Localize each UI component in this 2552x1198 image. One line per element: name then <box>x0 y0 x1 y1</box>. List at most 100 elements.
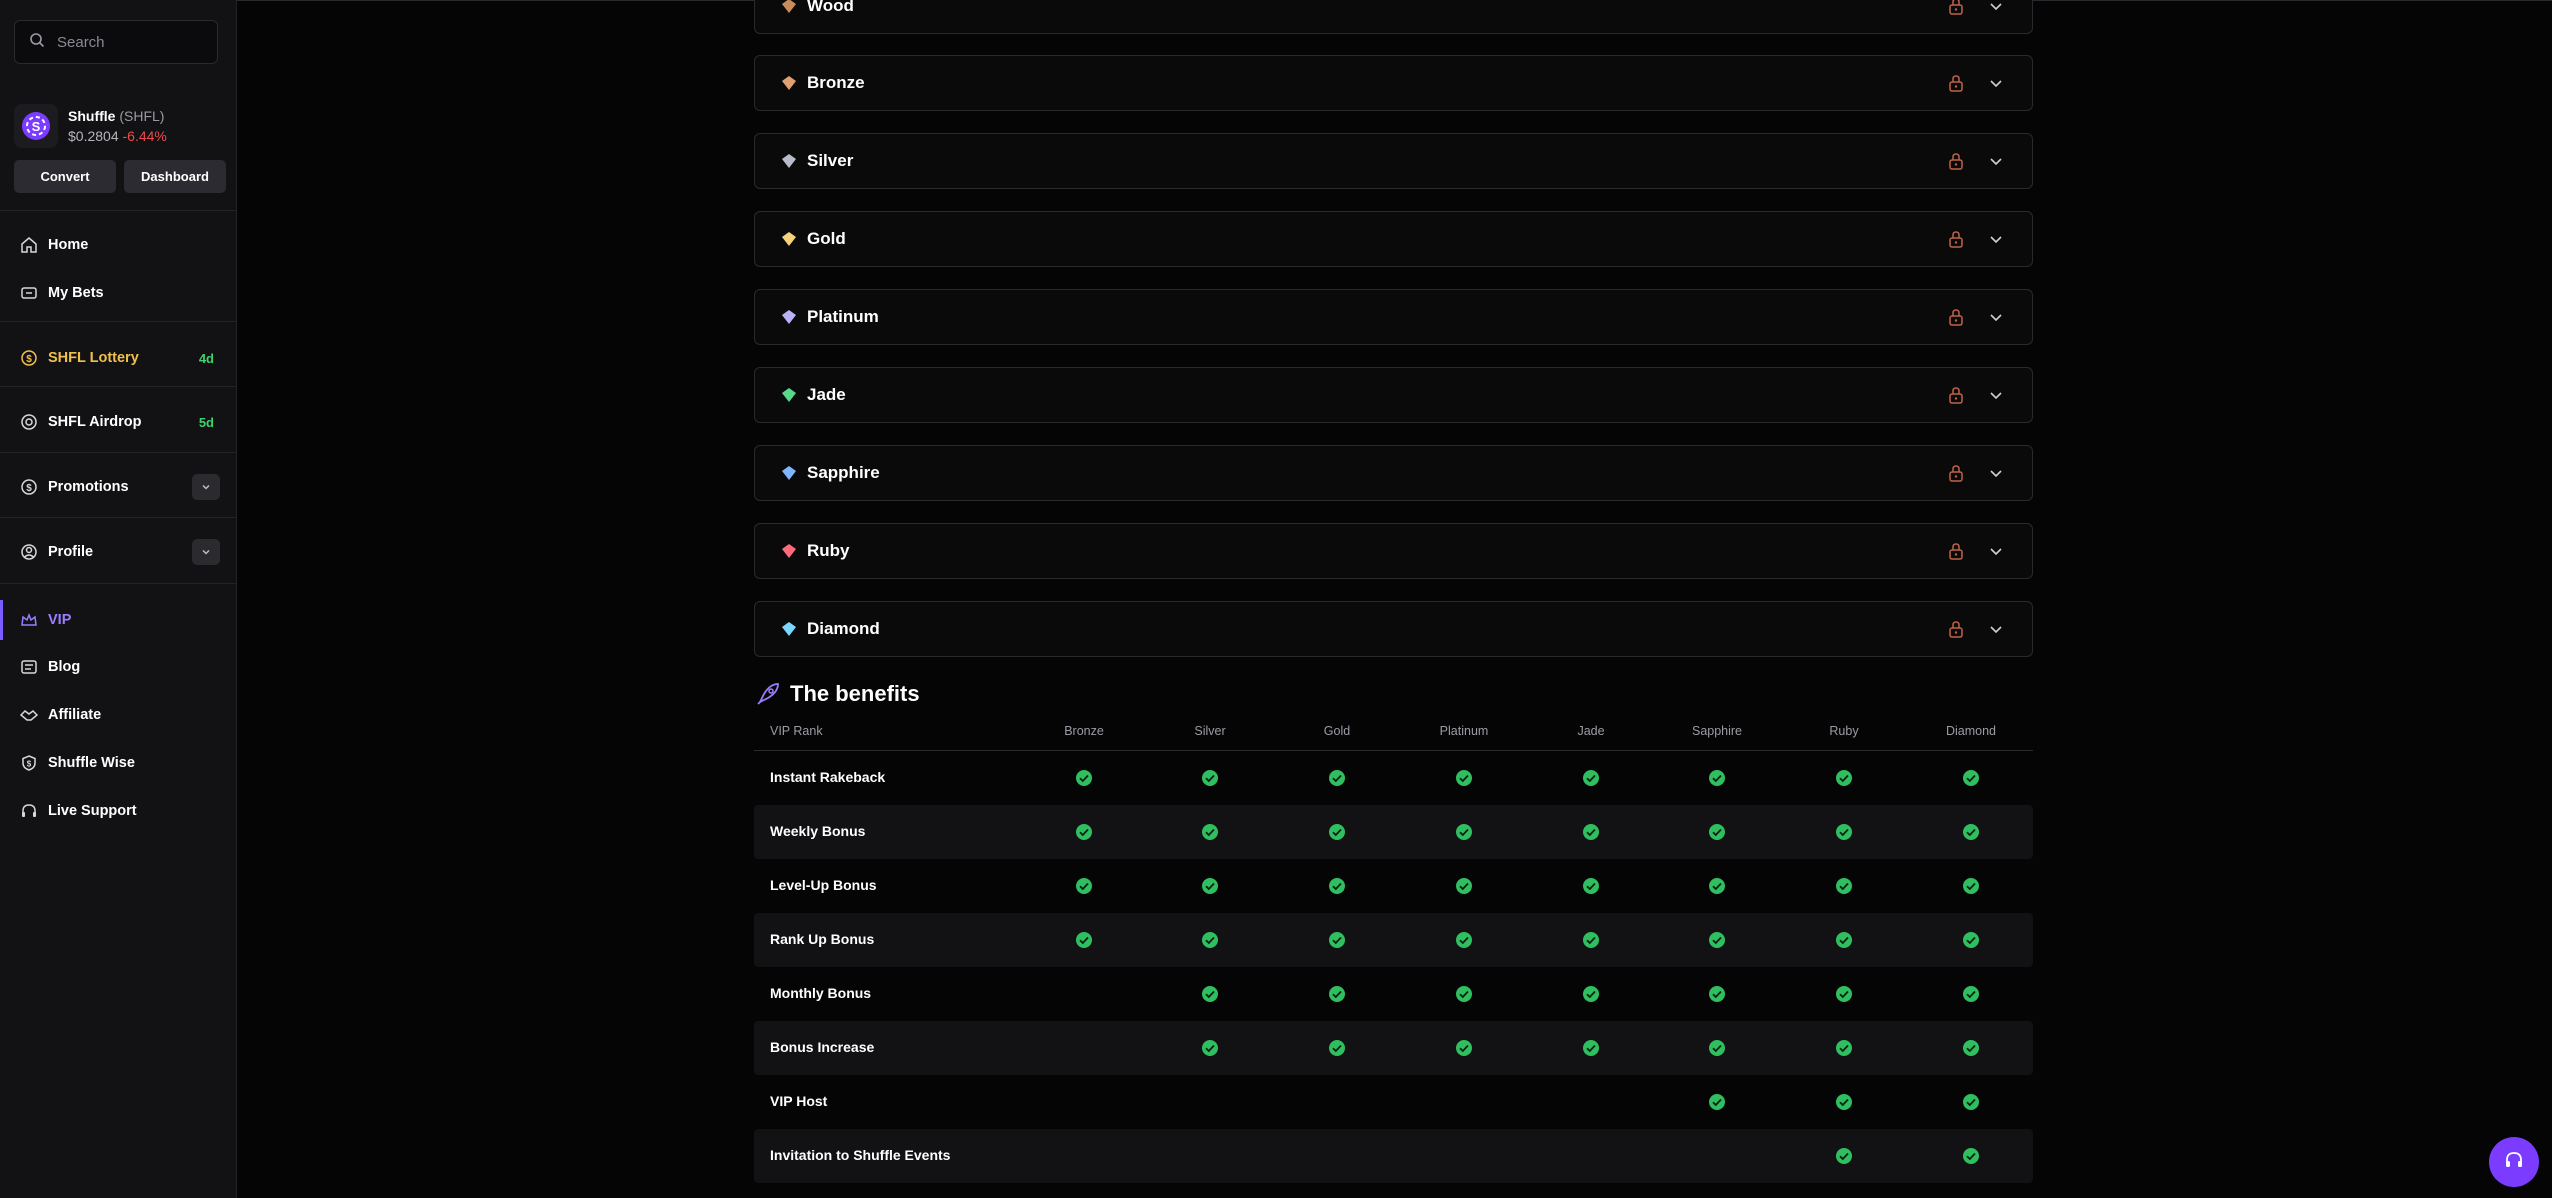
token-name: Shuffle <box>68 108 116 124</box>
nav-shfl-airdrop[interactable]: SHFL Airdrop 5d <box>0 402 236 442</box>
rank-label: Wood <box>807 0 854 15</box>
nav-vip[interactable]: VIP <box>0 600 236 640</box>
nav-blog[interactable]: Blog <box>0 647 236 687</box>
lock-icon <box>1948 620 1964 643</box>
check-icon <box>1835 1147 1853 1165</box>
rank-accordion-sapphire[interactable]: Sapphire <box>754 445 2033 501</box>
nav-promotions[interactable]: $ Promotions <box>0 467 236 507</box>
table-row: Weekly Bonus <box>754 805 2033 859</box>
coin-icon: $ <box>20 349 38 367</box>
check-icon <box>1075 823 1093 841</box>
live-support-button[interactable] <box>2489 1137 2539 1187</box>
lock-icon <box>1948 230 1964 253</box>
benefits-title: The benefits <box>790 681 920 706</box>
token-widget: S Shuffle (SHFL) $0.2804 -6.44% <box>14 102 224 150</box>
check-icon <box>1201 877 1219 895</box>
lock-icon <box>1948 308 1964 331</box>
benefits-table: VIP Rank Bronze Silver Gold Platinum Jade Sapp… <box>754 716 2033 1183</box>
lock-icon <box>1948 0 1964 20</box>
chevron-down-icon[interactable] <box>1988 543 2004 564</box>
check-icon <box>1962 931 1980 949</box>
nav-shuffle-wise[interactable]: $ Shuffle Wise <box>0 743 236 783</box>
gem-icon <box>781 153 797 169</box>
benefits-table-body: Instant Rakeback Weekly Bonus Level-Up Bon… <box>754 751 2033 1183</box>
column-header: Diamond <box>1945 724 1997 738</box>
check-icon <box>1328 1039 1346 1057</box>
check-icon <box>1201 769 1219 787</box>
airdrop-countdown-badge: 5d <box>198 414 214 430</box>
column-header: Jade <box>1577 724 1605 738</box>
nav-profile-label: Profile <box>48 544 94 560</box>
rank-accordion-diamond[interactable]: Diamond <box>754 601 2033 657</box>
check-icon <box>1201 1039 1219 1057</box>
rank-accordion-wood[interactable]: Wood <box>754 0 2033 34</box>
check-icon <box>1708 877 1726 895</box>
nav-my-bets[interactable]: My Bets <box>0 273 236 313</box>
convert-button[interactable]: Convert <box>14 160 116 193</box>
check-icon <box>1582 985 1600 1003</box>
check-icon <box>1835 1039 1853 1057</box>
check-icon <box>1708 1039 1726 1057</box>
headset-icon <box>2503 1149 2525 1176</box>
column-header: Platinum <box>1439 724 1489 738</box>
gem-icon <box>781 465 797 481</box>
check-icon <box>1582 1039 1600 1057</box>
chevron-down-icon[interactable] <box>1988 153 2004 174</box>
table-row: Instant Rakeback <box>754 751 2033 805</box>
chevron-down-icon[interactable] <box>1988 621 2004 642</box>
check-icon <box>1582 877 1600 895</box>
check-icon <box>1328 931 1346 949</box>
crown-icon <box>20 611 38 629</box>
nav-airdrop-label: SHFL Airdrop <box>48 414 142 430</box>
lock-icon <box>1948 386 1964 409</box>
chevron-down-icon[interactable] <box>1988 75 2004 96</box>
search-input[interactable] <box>55 32 209 52</box>
benefit-name: Invitation to Shuffle Events <box>770 1147 951 1163</box>
chevron-down-icon[interactable] <box>1988 0 2004 19</box>
nav-live-support-label: Live Support <box>48 803 137 819</box>
check-icon <box>1835 985 1853 1003</box>
rank-accordion-platinum[interactable]: Platinum <box>754 289 2033 345</box>
benefit-name: Weekly Bonus <box>770 823 866 839</box>
nav-promotions-label: Promotions <box>48 479 129 495</box>
chevron-down-icon[interactable] <box>1988 387 2004 408</box>
svg-text:$: $ <box>26 354 32 365</box>
check-icon <box>1328 823 1346 841</box>
benefit-name: VIP Host <box>770 1093 828 1109</box>
rank-accordion-bronze[interactable]: Bronze <box>754 55 2033 111</box>
check-icon <box>1582 931 1600 949</box>
token-price: $0.2804 <box>68 128 119 144</box>
nav-live-support[interactable]: Live Support <box>0 791 236 831</box>
user-icon <box>20 543 38 561</box>
chevron-down-icon[interactable] <box>192 539 220 565</box>
chevron-down-icon[interactable] <box>192 474 220 500</box>
rank-accordion-jade[interactable]: Jade <box>754 367 2033 423</box>
chevron-down-icon[interactable] <box>1988 309 2004 330</box>
rank-accordion-gold[interactable]: Gold <box>754 211 2033 267</box>
blog-icon <box>20 658 38 676</box>
column-header: VIP Rank <box>770 724 823 738</box>
nav-home[interactable]: Home <box>0 225 236 265</box>
home-icon <box>20 236 38 254</box>
check-icon <box>1835 1093 1853 1111</box>
chevron-down-icon[interactable] <box>1988 231 2004 252</box>
gem-icon <box>781 621 797 637</box>
chevron-down-icon[interactable] <box>1988 465 2004 486</box>
rank-accordion-ruby[interactable]: Ruby <box>754 523 2033 579</box>
rank-accordion-silver[interactable]: Silver <box>754 133 2033 189</box>
check-icon <box>1328 769 1346 787</box>
nav-affiliate[interactable]: Affiliate <box>0 695 236 735</box>
check-icon <box>1708 823 1726 841</box>
column-header: Ruby <box>1829 724 1859 738</box>
check-icon <box>1962 769 1980 787</box>
check-icon <box>1455 769 1473 787</box>
search-box[interactable] <box>14 20 218 64</box>
svg-text:$: $ <box>26 483 32 494</box>
nav-shfl-lottery[interactable]: $ SHFL Lottery 4d <box>0 338 236 378</box>
svg-text:S: S <box>32 119 41 134</box>
benefit-name: Monthly Bonus <box>770 985 872 1001</box>
check-icon <box>1582 823 1600 841</box>
dashboard-button[interactable]: Dashboard <box>124 160 226 193</box>
column-header: Bronze <box>1064 724 1104 738</box>
nav-profile[interactable]: Profile <box>0 532 236 572</box>
